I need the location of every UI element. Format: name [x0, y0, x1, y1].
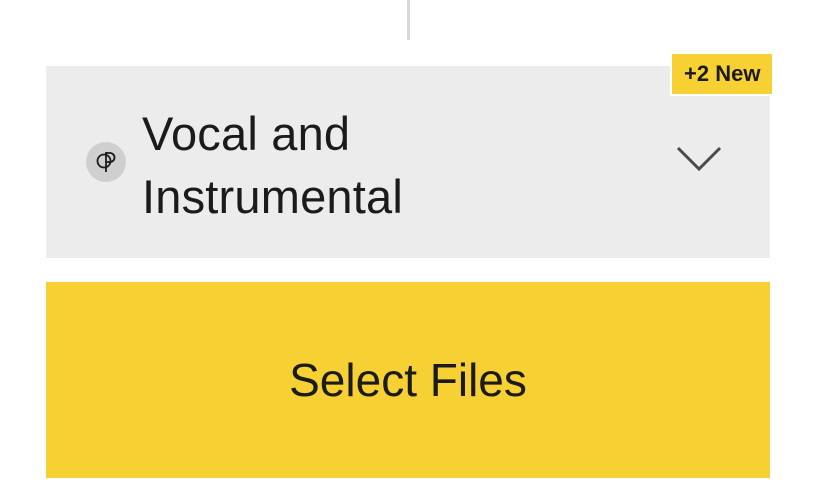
- chevron-down-icon: [676, 144, 722, 174]
- new-options-badge: +2 New: [670, 52, 775, 96]
- select-files-button[interactable]: Select Files: [46, 282, 770, 478]
- vertical-divider: [407, 0, 410, 40]
- vocal-instrumental-icon: [86, 142, 126, 182]
- separation-mode-dropdown[interactable]: Vocal and Instrumental: [46, 66, 770, 258]
- upload-panel: Vocal and Instrumental +2 New Select Fil…: [0, 0, 814, 500]
- selected-mode-label: Vocal and Instrumental: [142, 107, 404, 223]
